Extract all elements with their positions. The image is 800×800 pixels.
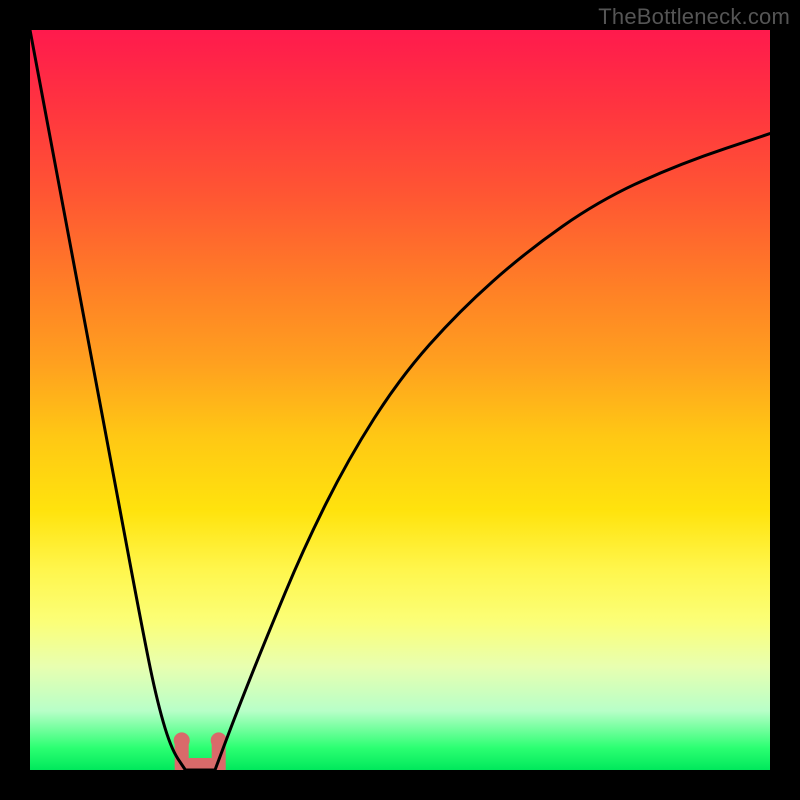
chart-frame: TheBottleneck.com [0,0,800,800]
plot-area [30,30,770,770]
curve-group [30,30,770,770]
chart-svg [30,30,770,770]
series-right-branch [215,134,770,770]
attribution-text: TheBottleneck.com [598,4,790,30]
series-left-branch [30,30,185,770]
